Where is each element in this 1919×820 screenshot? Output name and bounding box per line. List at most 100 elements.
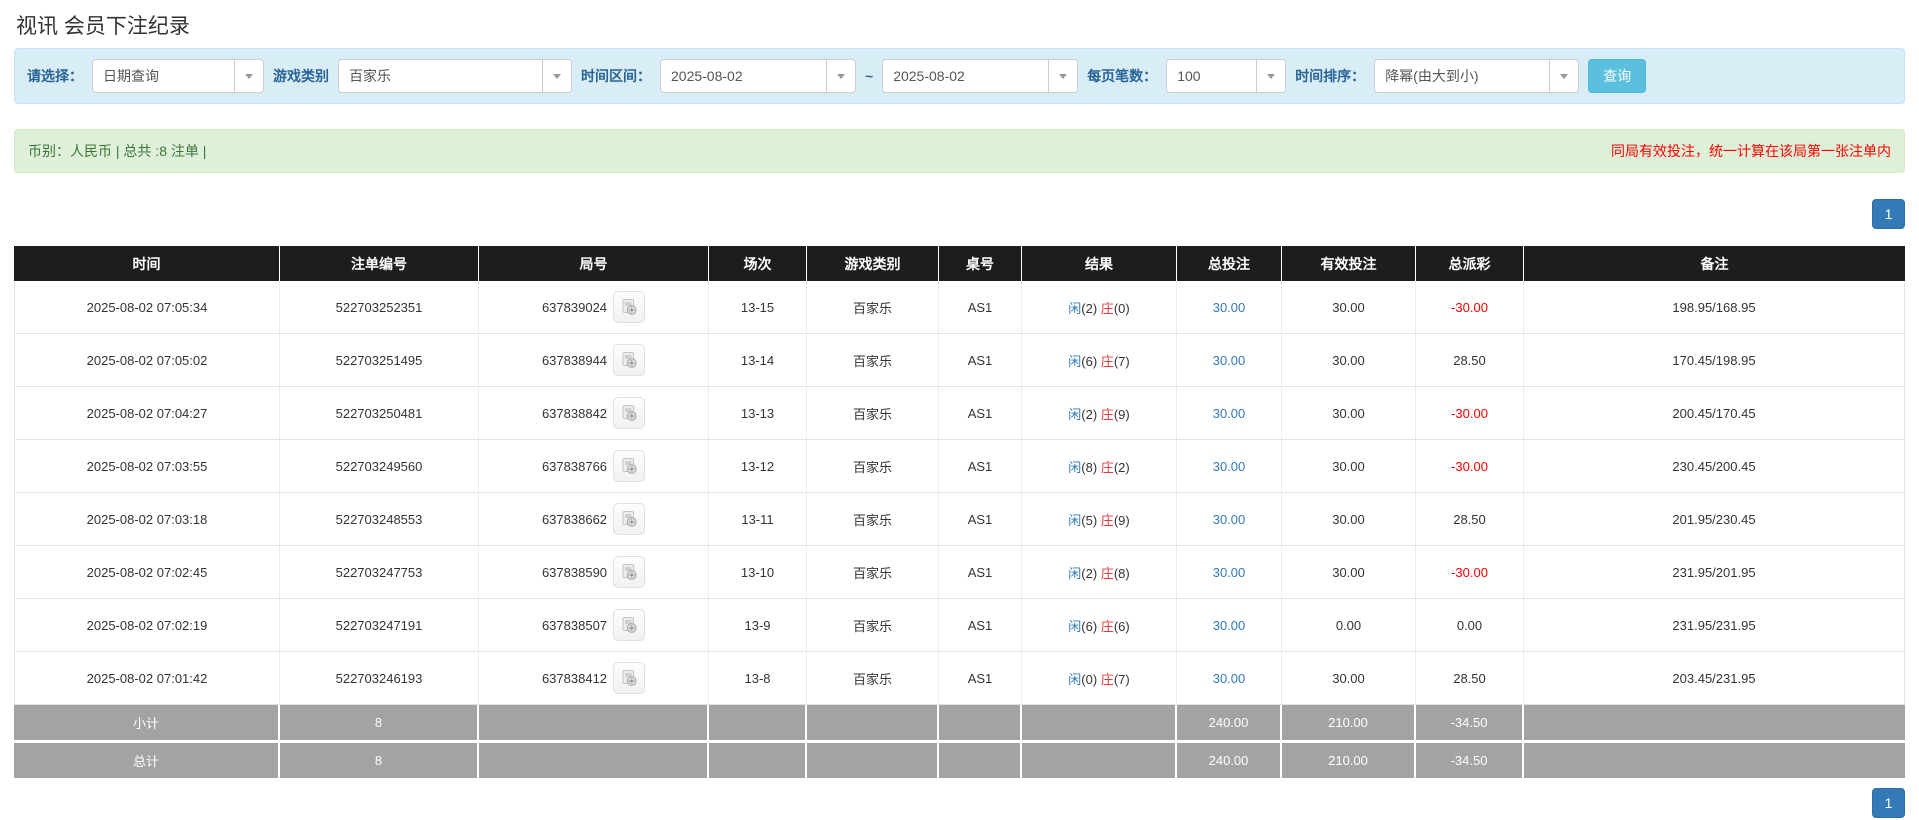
cell-valid-bet: 30.00 <box>1282 334 1416 387</box>
total-bet-link[interactable]: 30.00 <box>1213 406 1246 421</box>
cell-bet-no: 522703247191 <box>280 599 479 652</box>
cell-valid-bet: 30.00 <box>1282 493 1416 546</box>
total-bet-link[interactable]: 30.00 <box>1213 671 1246 686</box>
cell-total-bet: 30.00 <box>1177 599 1282 652</box>
cell-game: 百家乐 <box>807 599 939 652</box>
summary-row: 小计 8 240.00 210.00 -34.50 <box>14 705 1905 743</box>
page-size-label: 每页笔数： <box>1087 68 1158 84</box>
cell-round-no: 637838842 <box>479 387 709 440</box>
round-no-text: 637838842 <box>541 405 608 421</box>
summary-bar: 币别：人民币 | 总共 :8 注单 | 同局有效投注，统一计算在该局第一张注单内 <box>14 129 1905 173</box>
cell-game: 百家乐 <box>807 440 939 493</box>
column-header: 桌号 <box>939 246 1022 281</box>
video-replay-icon[interactable] <box>613 450 646 482</box>
result-banker-value: (9) <box>1113 512 1130 528</box>
cell-bet-no: 522703252351 <box>280 281 479 334</box>
video-replay-icon[interactable] <box>613 397 646 429</box>
cell-payout: -30.00 <box>1416 546 1524 599</box>
total-bet-link[interactable]: 30.00 <box>1213 459 1246 474</box>
summary-cell: 240.00 <box>1177 743 1282 781</box>
valid-bet-notice: 同局有效投注，统一计算在该局第一张注单内 <box>1611 143 1891 159</box>
cell-time: 2025-08-02 07:01:42 <box>14 652 280 705</box>
result-banker-label: 庄 <box>1100 565 1114 581</box>
page-1-button[interactable]: 1 <box>1872 199 1905 229</box>
table-header-row: 时间 注单编号 局号 场次 游戏类别 桌号 结果 总投注 有效投注 总派彩 备注 <box>14 246 1905 281</box>
result-banker-label: 庄 <box>1100 671 1114 687</box>
chevron-down-icon <box>1048 60 1078 92</box>
summary-row: 总计 8 240.00 210.00 -34.50 <box>14 743 1905 781</box>
cell-session: 13-10 <box>709 546 807 599</box>
summary-cell: 210.00 <box>1282 705 1416 743</box>
cell-table-no: AS1 <box>939 652 1022 705</box>
cell-game: 百家乐 <box>807 546 939 599</box>
total-bet-link[interactable]: 30.00 <box>1213 512 1246 527</box>
chevron-down-icon <box>1549 60 1579 92</box>
cell-time: 2025-08-02 07:04:27 <box>14 387 280 440</box>
round-no-text: 637838944 <box>541 352 608 368</box>
summary-cell <box>709 705 807 743</box>
video-replay-icon[interactable] <box>613 556 646 588</box>
game-category-select[interactable]: 百家乐 <box>338 59 572 93</box>
query-type-select[interactable]: 日期查询 <box>92 59 264 93</box>
column-header: 备注 <box>1524 246 1905 281</box>
total-bet-link[interactable]: 30.00 <box>1213 565 1246 580</box>
table-row: 2025-08-02 07:03:55 522703249560 6378387… <box>14 440 1905 493</box>
cell-time: 2025-08-02 07:05:34 <box>14 281 280 334</box>
summary-cell <box>807 705 939 743</box>
cell-total-bet: 30.00 <box>1177 652 1282 705</box>
page-1-button[interactable]: 1 <box>1872 788 1905 818</box>
cell-table-no: AS1 <box>939 281 1022 334</box>
table-body: 2025-08-02 07:05:34 522703252351 6378390… <box>14 281 1905 781</box>
page-size-select[interactable]: 100 <box>1166 59 1287 93</box>
sort-select[interactable]: 降幂(由大到小) <box>1374 59 1580 93</box>
result-player-value: (2) <box>1081 565 1101 581</box>
column-header: 游戏类别 <box>807 246 939 281</box>
pagination-bottom: 1 <box>14 788 1905 818</box>
video-replay-icon[interactable] <box>613 503 646 535</box>
summary-cell <box>709 743 807 781</box>
round-no-text: 637839024 <box>541 299 608 315</box>
total-bet-link[interactable]: 30.00 <box>1213 618 1246 633</box>
cell-valid-bet: 30.00 <box>1282 440 1416 493</box>
summary-cell <box>1524 705 1905 743</box>
total-bet-link[interactable]: 30.00 <box>1213 300 1246 315</box>
cell-total-bet: 30.00 <box>1177 440 1282 493</box>
video-replay-icon[interactable] <box>613 344 646 376</box>
column-header: 结果 <box>1022 246 1177 281</box>
date-to-select[interactable]: 2025-08-02 <box>882 59 1079 93</box>
cell-total-bet: 30.00 <box>1177 387 1282 440</box>
search-button[interactable]: 查询 <box>1588 59 1647 93</box>
total-bet-link[interactable]: 30.00 <box>1213 353 1246 368</box>
cell-result: 闲(2) 庄(8) <box>1022 546 1177 599</box>
cell-session: 13-13 <box>709 387 807 440</box>
summary-cell <box>807 743 939 781</box>
video-replay-icon[interactable] <box>613 609 646 641</box>
result-banker-label: 庄 <box>1100 512 1114 528</box>
result-banker-value: (7) <box>1113 671 1130 687</box>
cell-total-bet: 30.00 <box>1177 546 1282 599</box>
result-player-label: 闲 <box>1068 459 1082 475</box>
summary-cell <box>1022 705 1177 743</box>
chevron-down-icon <box>826 60 855 92</box>
video-replay-icon[interactable] <box>613 291 646 323</box>
result-player-label: 闲 <box>1068 406 1082 422</box>
cell-result: 闲(2) 庄(9) <box>1022 387 1177 440</box>
query-type-value: 日期查询 <box>103 68 159 84</box>
column-header: 总投注 <box>1177 246 1282 281</box>
chevron-down-icon <box>1256 60 1286 92</box>
cell-round-no: 637838944 <box>479 334 709 387</box>
summary-cell <box>479 743 709 781</box>
cell-game: 百家乐 <box>807 652 939 705</box>
column-header: 注单编号 <box>280 246 479 281</box>
result-banker-label: 庄 <box>1100 459 1114 475</box>
time-range-label: 时间区间： <box>581 68 651 84</box>
sort-value: 降幂(由大到小) <box>1385 68 1479 84</box>
cell-valid-bet: 30.00 <box>1282 546 1416 599</box>
cell-time: 2025-08-02 07:02:45 <box>14 546 280 599</box>
bets-table: 时间 注单编号 局号 场次 游戏类别 桌号 结果 总投注 有效投注 总派彩 备注 2025-08-0… <box>14 246 1905 781</box>
video-replay-icon[interactable] <box>613 662 646 694</box>
result-player-value: (2) <box>1081 406 1101 422</box>
cell-game: 百家乐 <box>807 281 939 334</box>
date-from-select[interactable]: 2025-08-02 <box>660 59 856 93</box>
summary-label: 总计 <box>14 743 280 781</box>
